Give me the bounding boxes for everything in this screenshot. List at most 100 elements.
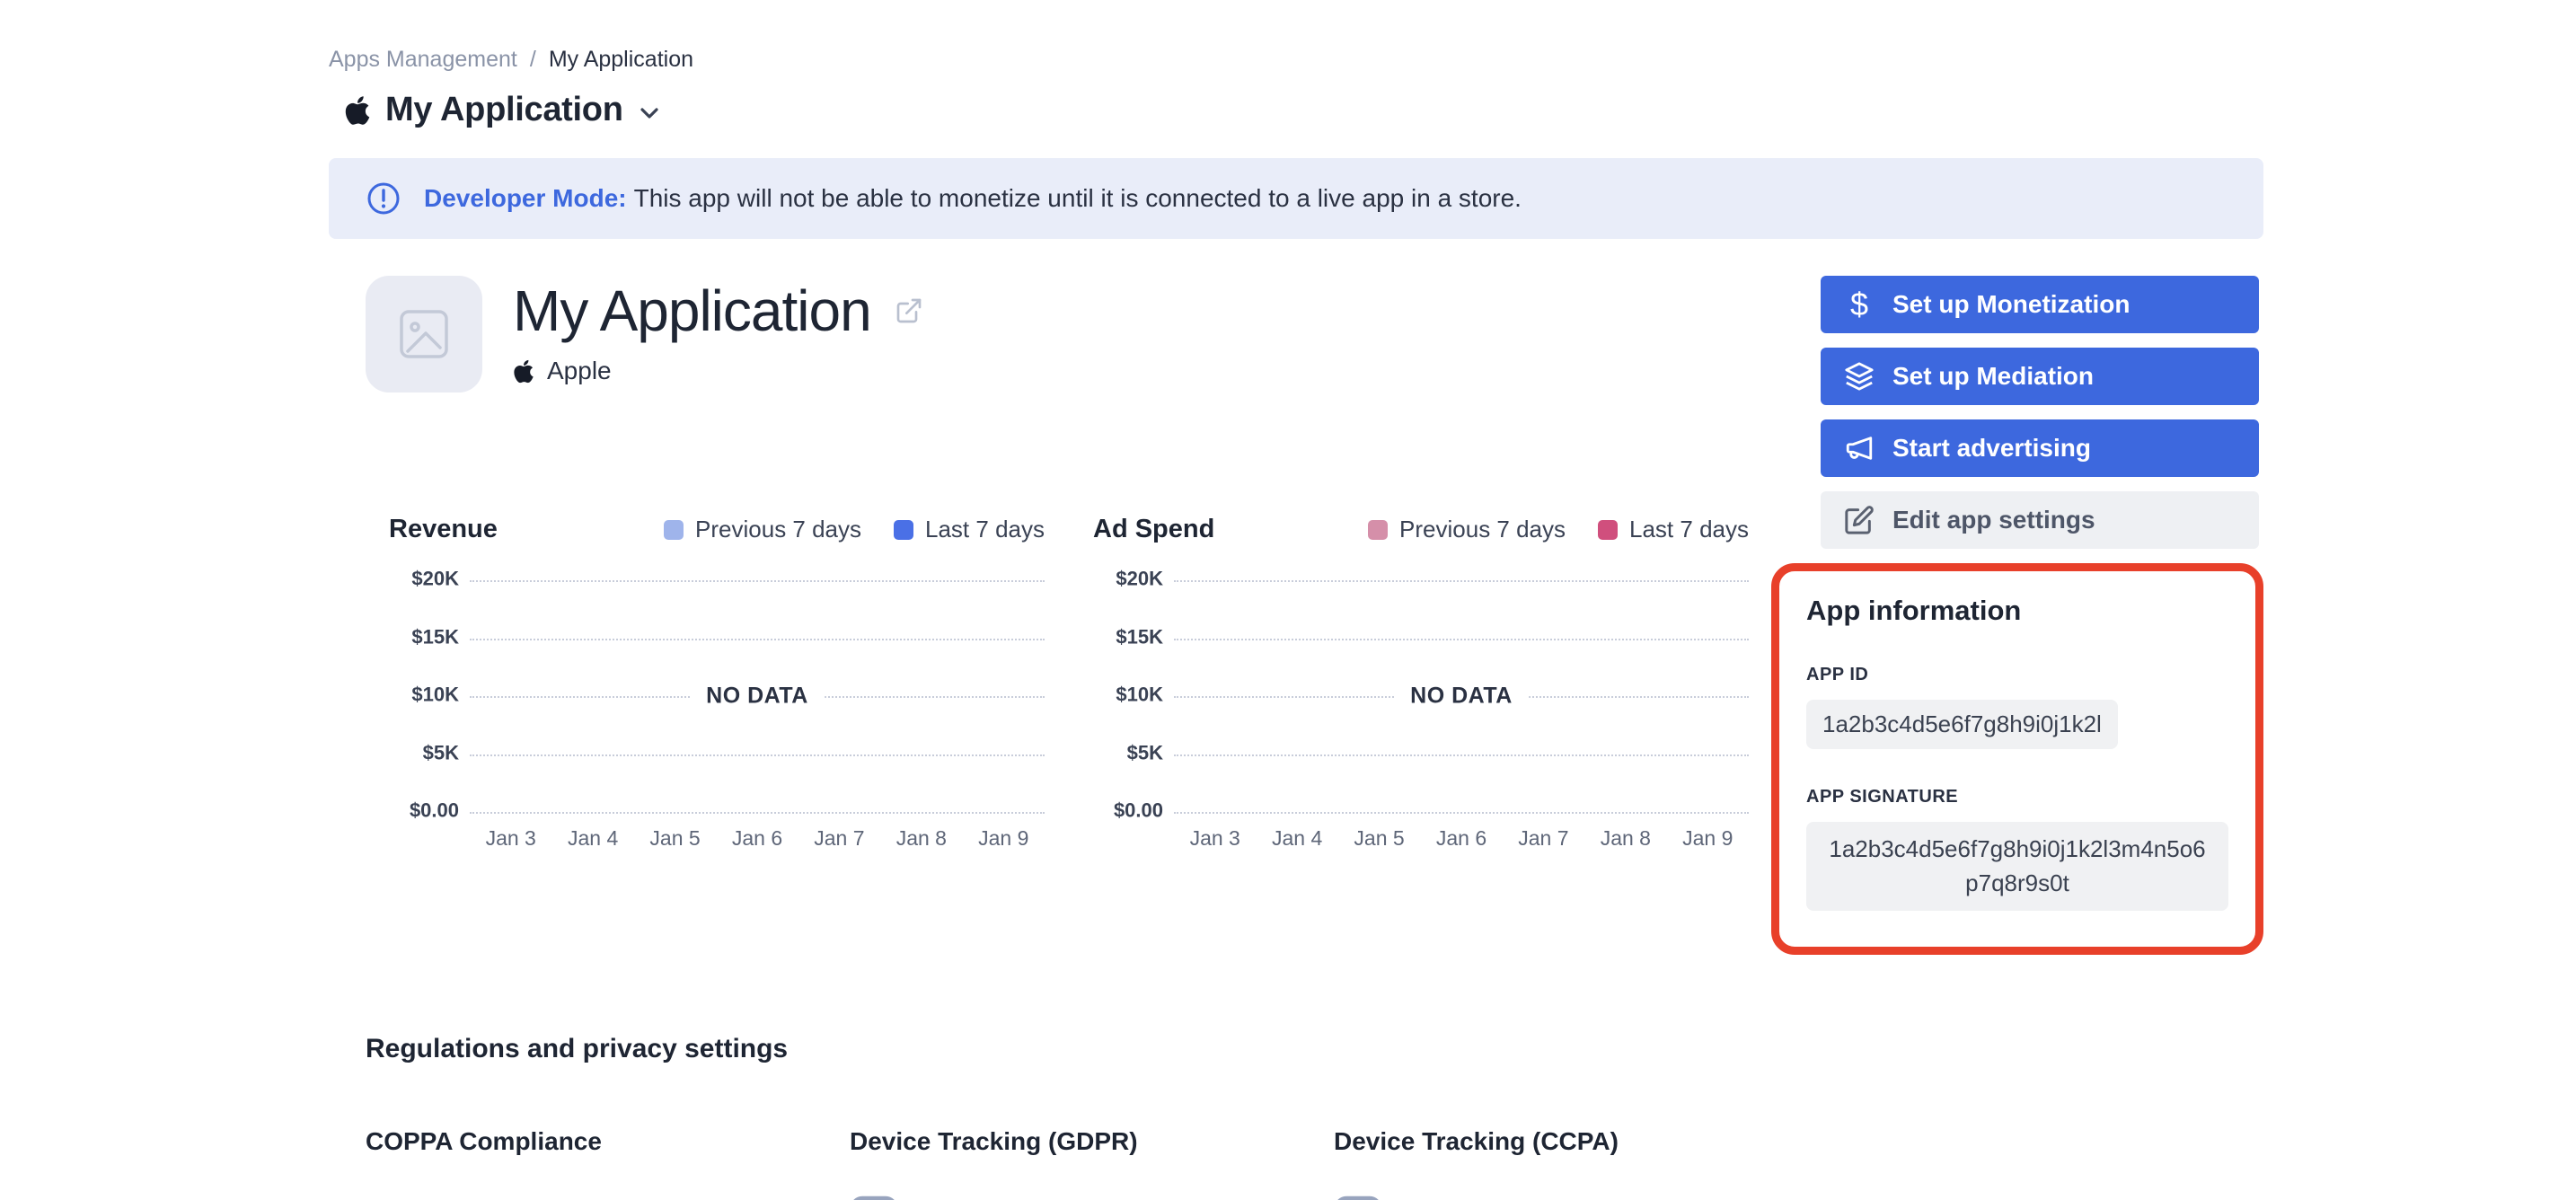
x-axis-tick: Jan 9 [978,826,1029,850]
revenue-plot-area: $20K $15K $10K $5K $0.00 NO DATA [410,568,1045,822]
apple-icon [514,359,534,383]
y-axis-tick: $5K [1126,741,1163,764]
legend-swatch [894,519,914,540]
app-id-label: APP ID [1806,665,1869,684]
x-axis-tick: Jan 7 [814,826,865,850]
image-placeholder-icon [400,310,448,358]
y-axis-tick: $5K [422,741,459,764]
app-id-value[interactable]: 1a2b3c4d5e6f7g8h9i0j1k2l [1806,700,2118,749]
x-axis-tick: Jan 5 [649,826,701,850]
x-axis-tick: Jan 3 [1189,826,1240,850]
button-label: Edit app settings [1892,506,2095,534]
gridline [470,580,1045,582]
app-signature-value[interactable]: 1a2b3c4d5e6f7g8h9i0j1k2l3m4n5o6p7q8r9s0t [1806,822,2228,912]
megaphone-icon [1842,433,1876,463]
gdpr-title: Device Tracking (GDPR) [850,1127,1138,1156]
legend-swatch [664,519,684,540]
legend-item-previous: Previous 7 days [1368,516,1566,543]
app-overview-page: Apps Management / My Application My Appl… [0,0,2576,1200]
y-axis-tick: $0.00 [1113,799,1163,822]
ad-spend-x-axis: Jan 3 Jan 4 Jan 5 Jan 6 Jan 7 Jan 8 Jan … [1174,826,1749,851]
app-information-title: App information [1806,595,2022,626]
gridline [1174,812,1749,814]
x-axis-tick: Jan 5 [1354,826,1405,850]
revenue-chart-title: Revenue [389,515,498,543]
legend-swatch [1368,519,1389,540]
edit-app-settings-button[interactable]: Edit app settings [1821,491,2259,549]
chevron-down-icon[interactable] [640,107,659,119]
legend-label: Previous 7 days [1399,516,1566,543]
legend-label: Previous 7 days [695,516,862,543]
x-axis-tick: Jan 4 [568,826,619,850]
apple-icon [345,95,370,125]
app-header: My Application Apple [366,276,1771,393]
app-signature-label: APP SIGNATURE [1806,787,1959,807]
app-name-heading: My Application [513,278,872,343]
x-axis-tick: Jan 3 [485,826,536,850]
x-axis-tick: Jan 8 [1600,826,1651,850]
button-label: Start advertising [1892,434,2091,462]
gridline [470,754,1045,756]
x-axis-tick: Jan 6 [1435,826,1487,850]
legend-item-last: Last 7 days [1598,516,1749,543]
external-link-icon[interactable] [895,296,923,325]
button-label: Set up Mediation [1892,362,2094,390]
y-axis-tick: $10K [411,683,459,706]
y-axis-tick: $0.00 [409,799,459,822]
regulations-title: Regulations and privacy settings [366,1034,789,1064]
breadcrumb-separator: / [529,47,536,72]
banner-text: Developer Mode: This app will not be able… [424,184,1522,213]
gdpr-tracking-card: Device Tracking (GDPR) 0 blocked devices [850,1127,1334,1200]
app-information-card-highlight: App information APP ID 1a2b3c4d5e6f7g8h9… [1771,563,2263,956]
ad-spend-chart: Ad Spend Previous 7 days Last 7 days $20… [1093,515,1749,851]
coppa-description: This app is NOT directed to children und… [452,1196,757,1200]
y-axis-tick: $15K [411,625,459,649]
y-axis-tick: $20K [1116,567,1163,590]
layers-icon [1842,361,1876,392]
edit-icon [1842,505,1876,535]
legend-item-last: Last 7 days [894,516,1045,543]
app-thumbnail-placeholder [366,276,482,393]
dollar-icon: $ [1849,286,1869,322]
banner-message: This app will not be able to monetize un… [633,184,1522,212]
breadcrumb-apps-management-link[interactable]: Apps Management [329,47,517,73]
app-switcher[interactable]: My Application [344,91,2263,129]
platform-label: Apple [547,357,612,384]
start-advertising-button[interactable]: Start advertising [1821,419,2259,477]
set-up-monetization-button[interactable]: $ Set up Monetization [1821,276,2259,333]
y-axis-tick: $10K [1116,683,1163,706]
button-label: Set up Monetization [1892,290,2130,318]
x-axis-tick: Jan 9 [1682,826,1734,850]
gridline [1174,638,1749,640]
set-up-mediation-button[interactable]: Set up Mediation [1821,348,2259,405]
banner-title: Developer Mode: [424,184,627,212]
app-platform: Apple [513,357,923,385]
x-axis-tick: Jan 6 [731,826,783,850]
revenue-chart: Revenue Previous 7 days Last 7 days $20K… [389,515,1045,851]
ccpa-title: Device Tracking (CCPA) [1334,1127,1619,1156]
legend-label: Last 7 days [1629,516,1749,543]
gridline [1174,580,1749,582]
x-axis-tick: Jan 7 [1518,826,1569,850]
y-axis-tick: $20K [411,567,459,590]
legend-swatch [1598,519,1619,540]
revenue-legend: Previous 7 days Last 7 days [664,516,1045,543]
gridline [470,812,1045,814]
ccpa-blocked-count: 0 [1407,1196,1592,1200]
gdpr-blocked-count: 0 [923,1196,1108,1200]
gridline [1174,754,1749,756]
coppa-title: COPPA Compliance [366,1127,602,1156]
phone-blocked-icon [853,1196,895,1200]
coppa-compliance-card: COPPA Compliance [366,1127,850,1200]
ad-spend-chart-title: Ad Spend [1093,515,1215,543]
legend-label: Last 7 days [925,516,1045,543]
breadcrumb-current: My Application [548,47,694,72]
developer-mode-banner: Developer Mode: This app will not be able… [329,158,2263,239]
ad-spend-legend: Previous 7 days Last 7 days [1368,516,1749,543]
revenue-x-axis: Jan 3 Jan 4 Jan 5 Jan 6 Jan 7 Jan 8 Jan … [470,826,1045,851]
y-axis-tick: $15K [1116,625,1163,649]
x-axis-tick: Jan 4 [1272,826,1323,850]
alert-circle-icon [367,182,400,215]
ad-spend-plot-area: $20K $15K $10K $5K $0.00 NO DATA [1114,568,1749,822]
regulations-section: Regulations and privacy settings COPPA C… [366,1034,2263,1200]
